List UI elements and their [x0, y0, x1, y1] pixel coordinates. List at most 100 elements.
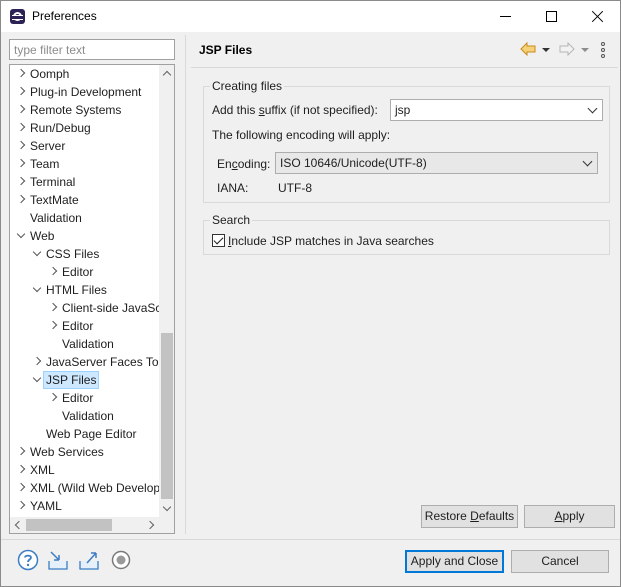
collapsed-chevron-icon[interactable]: [16, 155, 26, 173]
tree-item[interactable]: Editor: [10, 389, 159, 407]
help-icon[interactable]: [17, 549, 39, 571]
tree-item[interactable]: JavaServer Faces Too: [10, 353, 165, 371]
encoding-value: ISO 10646/Unicode(UTF-8): [280, 156, 427, 170]
tree-item[interactable]: JSP Files: [10, 371, 159, 389]
tree-item-label: JSP Files: [43, 371, 100, 389]
tree-item-label: YAML: [30, 499, 62, 513]
scroll-right-icon[interactable]: [143, 517, 159, 533]
tree-horizontal-scroll-thumb[interactable]: [26, 519, 112, 531]
tree-item-label: Plug-in Development: [30, 85, 142, 99]
tree-vertical-scrollbar[interactable]: [159, 65, 174, 517]
filter-input[interactable]: [9, 39, 175, 60]
scroll-corner: [159, 517, 174, 533]
expanded-chevron-icon[interactable]: [16, 227, 26, 245]
collapsed-chevron-icon[interactable]: [16, 191, 26, 209]
expanded-chevron-icon[interactable]: [32, 245, 42, 263]
collapsed-chevron-icon[interactable]: [16, 137, 26, 155]
maximize-button[interactable]: [528, 1, 574, 32]
tree-item[interactable]: HTML Files: [10, 281, 159, 299]
tree-item[interactable]: Web Page Editor: [10, 425, 159, 443]
include-jsp-matches-checkbox[interactable]: [212, 234, 225, 247]
collapsed-chevron-icon[interactable]: [16, 443, 26, 461]
minimize-button[interactable]: [482, 1, 528, 32]
preference-tree[interactable]: Oomph Plug-in Development Remote Systems Ru…: [9, 64, 175, 534]
collapsed-chevron-icon[interactable]: [48, 263, 58, 281]
tree-item[interactable]: Validation: [10, 335, 159, 353]
encoding-select[interactable]: ISO 10646/Unicode(UTF-8): [275, 152, 598, 174]
collapsed-chevron-icon[interactable]: [32, 353, 42, 371]
back-arrow-icon: [520, 42, 536, 56]
tree-item[interactable]: Plug-in Development: [10, 83, 159, 101]
include-jsp-matches-label[interactable]: Include JSP matches in Java searches: [228, 234, 434, 248]
expanded-chevron-icon[interactable]: [32, 281, 42, 299]
collapsed-chevron-icon[interactable]: [48, 389, 58, 407]
cancel-button[interactable]: Cancel: [511, 550, 609, 573]
chevron-down-icon: [582, 156, 593, 167]
tree-item[interactable]: Validation: [10, 407, 159, 425]
collapsed-chevron-icon[interactable]: [16, 65, 26, 83]
back-button[interactable]: [520, 42, 536, 56]
window-title: Preferences: [32, 9, 97, 23]
title-separator: [191, 67, 618, 68]
tree-item[interactable]: Validation: [10, 209, 159, 227]
collapsed-chevron-icon[interactable]: [48, 317, 58, 335]
collapsed-chevron-icon[interactable]: [16, 461, 26, 479]
view-menu-icon[interactable]: [600, 42, 606, 58]
scroll-up-icon[interactable]: [159, 65, 174, 81]
record-icon[interactable]: [110, 549, 132, 571]
tree-item-label: Validation: [62, 337, 114, 351]
tree-item[interactable]: Web: [10, 227, 159, 245]
tree-item-label: CSS Files: [46, 247, 100, 261]
export-icon[interactable]: [78, 549, 100, 571]
expanded-chevron-icon[interactable]: [32, 371, 42, 389]
tree-item[interactable]: Editor: [10, 263, 159, 281]
tree-item[interactable]: Server: [10, 137, 159, 155]
tree-vertical-scroll-thumb[interactable]: [161, 333, 173, 499]
panel-splitter[interactable]: [185, 35, 186, 534]
back-history-dropdown-icon[interactable]: [542, 47, 550, 53]
tree-item-label: Editor: [62, 391, 94, 405]
apply-button[interactable]: Apply: [524, 505, 615, 528]
tree-item[interactable]: Terminal: [10, 173, 159, 191]
tree-item-label: JavaServer Faces Too: [46, 355, 166, 369]
collapsed-chevron-icon[interactable]: [16, 83, 26, 101]
tree-item[interactable]: XML (Wild Web Develop: [10, 479, 160, 497]
chevron-down-icon: [587, 103, 598, 114]
tree-item-label: Run/Debug: [30, 121, 91, 135]
tree-item[interactable]: Remote Systems: [10, 101, 159, 119]
tree-item-label: TextMate: [30, 193, 79, 207]
tree-item-label: Editor: [62, 319, 94, 333]
close-button[interactable]: [574, 1, 620, 32]
suffix-select[interactable]: jsp: [390, 99, 603, 121]
tree-item[interactable]: XML: [10, 461, 159, 479]
scroll-down-icon[interactable]: [159, 501, 174, 517]
forward-button[interactable]: [559, 42, 575, 56]
tree-item-label: Web Page Editor: [46, 427, 137, 441]
search-legend: Search: [210, 213, 253, 227]
collapsed-chevron-icon[interactable]: [48, 299, 58, 317]
tree-item-label: Oomph: [30, 67, 70, 81]
forward-history-dropdown-icon[interactable]: [581, 47, 589, 53]
tree-item[interactable]: Oomph: [10, 65, 159, 83]
tree-item[interactable]: TextMate: [10, 191, 159, 209]
collapsed-chevron-icon[interactable]: [16, 497, 26, 515]
tree-item-label: XML: [30, 463, 55, 477]
tree-item[interactable]: Client-side JavaSc: [10, 299, 161, 317]
collapsed-chevron-icon[interactable]: [16, 173, 26, 191]
restore-defaults-button[interactable]: Restore Defaults: [421, 505, 518, 528]
scroll-left-icon[interactable]: [10, 517, 26, 533]
iana-label: IANA:: [217, 181, 249, 195]
tree-item[interactable]: Editor: [10, 317, 159, 335]
collapsed-chevron-icon[interactable]: [16, 119, 26, 137]
tree-horizontal-scrollbar[interactable]: [10, 517, 159, 533]
tree-item[interactable]: Team: [10, 155, 159, 173]
collapsed-chevron-icon[interactable]: [16, 101, 26, 119]
tree-item[interactable]: YAML: [10, 497, 159, 515]
import-icon[interactable]: [47, 549, 69, 571]
apply-and-close-button[interactable]: Apply and Close: [405, 550, 504, 573]
collapsed-chevron-icon[interactable]: [16, 479, 26, 497]
tree-item[interactable]: Web Services: [10, 443, 159, 461]
title-bar: Preferences: [1, 1, 620, 32]
tree-item[interactable]: Run/Debug: [10, 119, 159, 137]
tree-item[interactable]: CSS Files: [10, 245, 159, 263]
